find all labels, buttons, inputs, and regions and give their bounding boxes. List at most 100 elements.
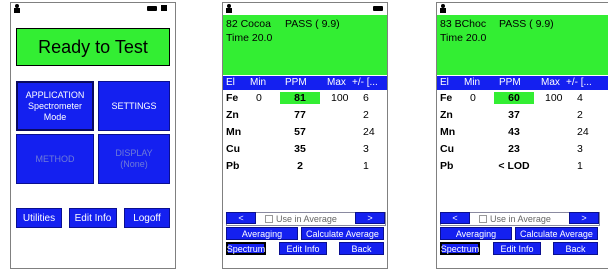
cell-ppm: 81 — [280, 92, 320, 104]
cell-ppm: 77 — [294, 109, 306, 121]
table-row: Cu 35 3 — [223, 142, 387, 156]
prev-result-button[interactable]: < — [440, 212, 470, 224]
cell-err: 2 — [577, 109, 583, 121]
result-screen-1: 82 Cocoa PASS ( 9.9) Time 20.0 El Min PP… — [222, 2, 388, 269]
table-row: Pb < LOD 1 — [437, 159, 608, 173]
cell-err: 4 — [577, 92, 583, 104]
cell-el: Zn — [440, 109, 453, 121]
method-tile-label: METHOD — [35, 153, 75, 164]
col-err: +/- [... — [352, 77, 378, 88]
calculate-average-label: Calculate Average — [520, 228, 593, 239]
use-in-average-label: Use in Average — [490, 214, 551, 224]
cell-ppm: 57 — [294, 126, 306, 138]
use-in-average-checkbox[interactable]: Use in Average — [265, 214, 337, 224]
settings-tile-label: SETTINGS — [111, 100, 157, 111]
back-button[interactable]: Back — [339, 242, 384, 255]
cell-el: Cu — [440, 143, 454, 155]
spectrum-label: Spectrum — [226, 243, 266, 254]
averaging-button[interactable]: Averaging — [226, 227, 298, 240]
status-bar — [223, 3, 387, 15]
display-tile-line1: DISPLAY — [115, 148, 153, 158]
test-time: Time 20.0 — [226, 32, 273, 44]
prev-label: < — [238, 213, 244, 223]
cell-max: 100 — [331, 92, 349, 104]
col-err: +/- [... — [566, 77, 592, 88]
back-label: Back — [565, 243, 586, 254]
cell-err: 6 — [363, 92, 369, 104]
ready-banner: Ready to Test — [16, 28, 170, 66]
cell-el: Zn — [226, 109, 239, 121]
cell-min: 0 — [256, 92, 262, 104]
cell-el: Mn — [440, 126, 456, 138]
test-time: Time 20.0 — [440, 32, 487, 44]
pass-status: PASS ( 9.9) — [499, 18, 554, 30]
table-row: Zn 37 2 — [437, 108, 608, 122]
next-label: > — [581, 213, 587, 223]
cell-ppm: 60 — [494, 92, 534, 104]
spectrum-button[interactable]: Spectrum — [226, 242, 266, 255]
next-result-button[interactable]: > — [569, 212, 599, 224]
application-tile[interactable]: APPLICATION Spectrometer Mode — [16, 81, 94, 131]
back-button[interactable]: Back — [553, 242, 598, 255]
edit-info-button[interactable]: Edit Info — [69, 208, 117, 228]
averaging-label: Averaging — [455, 228, 497, 239]
logoff-button[interactable]: Logoff — [124, 208, 170, 228]
edit-info-button[interactable]: Edit Info — [279, 242, 327, 255]
cell-err: 3 — [363, 143, 369, 155]
checkbox-box[interactable] — [265, 215, 273, 223]
back-label: Back — [351, 243, 372, 254]
method-tile[interactable]: METHOD — [16, 134, 94, 184]
pass-status: PASS ( 9.9) — [285, 18, 340, 30]
cell-el: Pb — [226, 160, 240, 172]
cell-ppm: 2 — [297, 160, 303, 172]
col-ppm: PPM — [285, 77, 307, 88]
cell-err: 1 — [577, 160, 583, 172]
edit-info-button[interactable]: Edit Info — [493, 242, 541, 255]
use-in-average-checkbox[interactable]: Use in Average — [479, 214, 551, 224]
checkbox-box[interactable] — [479, 215, 487, 223]
table-row: Mn 43 24 — [437, 125, 608, 139]
battery-icon — [373, 6, 383, 11]
cell-max: 100 — [545, 92, 563, 104]
prev-label: < — [452, 213, 458, 223]
settings-tile[interactable]: SETTINGS — [98, 81, 170, 131]
utilities-button-label: Utilities — [22, 212, 56, 224]
home-screen: Ready to Test APPLICATION Spectrometer M… — [10, 2, 176, 269]
utilities-button[interactable]: Utilities — [16, 208, 62, 228]
prev-result-button[interactable]: < — [226, 212, 256, 224]
cell-min: 0 — [470, 92, 476, 104]
cell-ppm: 35 — [294, 143, 306, 155]
calculate-average-button[interactable]: Calculate Average — [515, 227, 598, 240]
spectrum-button[interactable]: Spectrum — [440, 242, 480, 255]
battery-icon — [147, 6, 157, 11]
calculate-average-button[interactable]: Calculate Average — [301, 227, 384, 240]
result-screen-2: 83 BChoc PASS ( 9.9) Time 20.0 El Min PP… — [436, 2, 608, 269]
sample-name: 82 Cocoa — [226, 18, 271, 30]
table-row: Pb 2 1 — [223, 159, 387, 173]
cell-ppm: < LOD — [498, 160, 530, 172]
person-icon — [226, 4, 232, 13]
cell-err: 2 — [363, 109, 369, 121]
status-bar — [437, 3, 608, 15]
cell-el: Pb — [440, 160, 454, 172]
ready-banner-text: Ready to Test — [38, 36, 148, 57]
edit-info-button-label: Edit Info — [74, 212, 112, 224]
table-row: Cu 23 3 — [437, 142, 608, 156]
col-el: El — [226, 77, 235, 88]
col-max: Max — [327, 77, 346, 88]
averaging-label: Averaging — [241, 228, 283, 239]
edit-info-label: Edit Info — [286, 243, 320, 254]
cell-ppm: 43 — [508, 126, 520, 138]
col-min: Min — [250, 77, 267, 88]
next-result-button[interactable]: > — [355, 212, 385, 224]
average-nav: < Use in Average > — [440, 212, 600, 226]
display-tile[interactable]: DISPLAY (None) — [98, 134, 170, 184]
cell-err: 24 — [577, 126, 589, 138]
col-min: Min — [464, 77, 481, 88]
cell-el: Mn — [226, 126, 242, 138]
application-tile-line2: Spectrometer — [27, 100, 83, 111]
table-row: Zn 77 2 — [223, 108, 387, 122]
next-label: > — [367, 213, 373, 223]
averaging-button[interactable]: Averaging — [440, 227, 512, 240]
cell-err: 1 — [363, 160, 369, 172]
